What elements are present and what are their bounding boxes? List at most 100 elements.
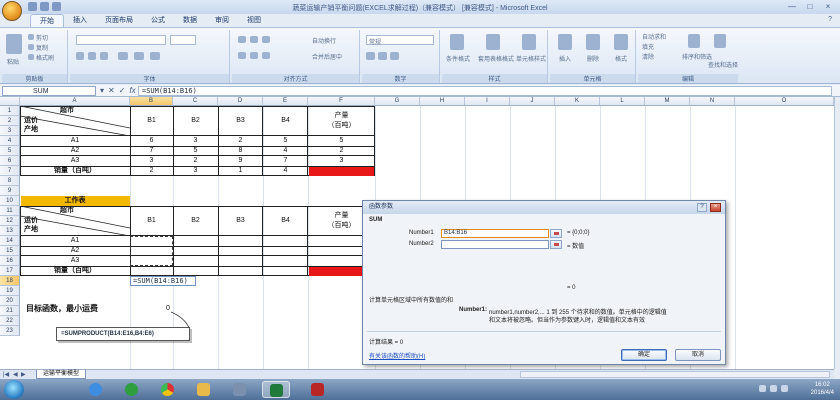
number-format-select[interactable]: 常规 <box>366 35 434 46</box>
row-header-11[interactable]: 11 <box>0 206 20 216</box>
row-header-9[interactable]: 9 <box>0 186 20 196</box>
row-header-12[interactable]: 12 <box>0 216 20 226</box>
table1-cell[interactable]: 5 <box>263 136 308 146</box>
arg1-collapse-button[interactable] <box>550 229 562 238</box>
column-header-c[interactable]: C <box>173 97 218 106</box>
delete-cells-button[interactable]: 删除 <box>587 54 599 63</box>
function-help-link[interactable]: 有关该函数的帮助(H) <box>369 351 425 360</box>
vertical-scrollbar[interactable] <box>834 97 840 369</box>
column-header-i[interactable]: I <box>465 97 510 106</box>
insert-cells-button[interactable]: 插入 <box>559 54 571 63</box>
dialog-help-button[interactable]: ? <box>697 203 707 212</box>
align-bottom-icon[interactable] <box>262 36 270 43</box>
fill-button[interactable]: 填充 <box>642 42 654 51</box>
taskbar-folder[interactable] <box>190 381 218 398</box>
table1-cell[interactable]: 7 <box>130 146 173 156</box>
table-format-icon[interactable] <box>486 34 500 50</box>
find-select-button[interactable]: 查找和选择 <box>708 60 738 69</box>
table1-sales-cell[interactable]: 1 <box>218 166 263 176</box>
taskbar-app[interactable] <box>226 381 254 398</box>
taskbar-chrome[interactable] <box>154 381 182 398</box>
copy-button[interactable]: 复制 <box>36 43 48 52</box>
taskbar-media[interactable] <box>118 381 146 398</box>
enter-icon[interactable]: ✓ <box>119 85 126 97</box>
font-name-select[interactable] <box>76 35 166 45</box>
dialog-close-button[interactable]: × <box>710 203 721 212</box>
taskbar-ie[interactable] <box>82 381 110 398</box>
row-header-5[interactable]: 5 <box>0 146 20 156</box>
table1-output-cell[interactable]: 2 <box>308 146 375 156</box>
insert-function-icon[interactable]: fx <box>129 85 135 97</box>
row-header-15[interactable]: 15 <box>0 246 20 256</box>
row-header-22[interactable]: 22 <box>0 316 20 326</box>
table1-cell[interactable]: 5 <box>173 146 218 156</box>
column-header-g[interactable]: G <box>375 97 420 106</box>
wrap-text-button[interactable]: 自动换行 <box>312 36 336 45</box>
column-header-e[interactable]: E <box>263 97 308 106</box>
first-sheet-icon[interactable]: |◀ <box>3 371 9 378</box>
row-header-13[interactable]: 13 <box>0 226 20 236</box>
row-header-7[interactable]: 7 <box>0 166 20 176</box>
next-sheet-icon[interactable]: ▶ <box>21 371 26 378</box>
column-header-d[interactable]: D <box>218 97 263 106</box>
arg2-collapse-button[interactable] <box>550 240 562 249</box>
sheet-tab[interactable]: 运输平衡模型 <box>36 370 87 379</box>
horizontal-scrollbar[interactable] <box>520 371 830 378</box>
table1-sales-cell[interactable]: 2 <box>130 166 173 176</box>
table1-cell[interactable]: 8 <box>218 146 263 156</box>
office-button[interactable] <box>2 1 22 21</box>
clear-button[interactable]: 清除 <box>642 52 654 61</box>
network-icon[interactable] <box>759 385 766 392</box>
start-button[interactable] <box>4 380 24 399</box>
column-header-k[interactable]: K <box>555 97 600 106</box>
row-header-2[interactable]: 2 <box>0 116 20 126</box>
table1-sales-cell[interactable]: 4 <box>263 166 308 176</box>
row-header-6[interactable]: 6 <box>0 156 20 166</box>
column-header-b[interactable]: B <box>130 97 173 106</box>
chevron-down-icon[interactable]: ▾ <box>100 85 104 97</box>
tab-home[interactable]: 开始 <box>30 14 64 27</box>
sort-filter-icon[interactable] <box>688 34 700 48</box>
autosum-button[interactable]: 自动求和 <box>642 32 666 41</box>
paste-button[interactable]: 粘贴 <box>7 57 19 66</box>
underline-icon[interactable] <box>100 52 108 60</box>
volume-icon[interactable] <box>770 385 777 392</box>
font-size-select[interactable] <box>170 35 196 45</box>
font-color-icon[interactable] <box>150 52 160 60</box>
bold-icon[interactable] <box>76 52 84 60</box>
column-header-o[interactable]: O <box>735 97 834 106</box>
merge-center-button[interactable]: 合并后居中 <box>312 52 342 61</box>
table-format-button[interactable]: 套用表格格式 <box>478 54 514 63</box>
flag-icon[interactable] <box>781 385 788 392</box>
ok-button[interactable]: 确定 <box>621 349 667 361</box>
copy-icon[interactable] <box>28 44 34 50</box>
column-header-m[interactable]: M <box>645 97 690 106</box>
format-painter-button[interactable]: 格式刷 <box>36 53 54 62</box>
currency-icon[interactable] <box>366 52 375 60</box>
column-header-j[interactable]: J <box>510 97 555 106</box>
border-icon[interactable] <box>118 52 128 60</box>
table1-red-cell[interactable] <box>309 167 374 176</box>
tab-formulas[interactable]: 公式 <box>142 14 174 27</box>
help-icon[interactable]: ? <box>828 16 832 23</box>
column-header-f[interactable]: F <box>308 97 375 106</box>
table1-cell[interactable]: 6 <box>130 136 173 146</box>
row-header-3[interactable]: 3 <box>0 126 20 136</box>
row-header-8[interactable]: 8 <box>0 176 20 186</box>
table1-output-cell[interactable]: 3 <box>308 156 375 166</box>
align-top-icon[interactable] <box>238 36 246 43</box>
cancel-button[interactable]: 取消 <box>675 349 721 361</box>
insert-cells-icon[interactable] <box>558 34 572 50</box>
table1-cell[interactable]: 2 <box>173 156 218 166</box>
table1-cell[interactable]: 7 <box>263 156 308 166</box>
row-header-10[interactable]: 10 <box>0 196 20 206</box>
cancel-icon[interactable]: ✕ <box>108 85 115 97</box>
row-header-17[interactable]: 17 <box>0 266 20 276</box>
table1-cell[interactable]: 3 <box>130 156 173 166</box>
format-cells-button[interactable]: 格式 <box>615 54 627 63</box>
row-header-20[interactable]: 20 <box>0 296 20 306</box>
tab-view[interactable]: 视图 <box>238 14 270 27</box>
row-header-16[interactable]: 16 <box>0 256 20 266</box>
delete-cells-icon[interactable] <box>586 34 600 50</box>
italic-icon[interactable] <box>88 52 96 60</box>
